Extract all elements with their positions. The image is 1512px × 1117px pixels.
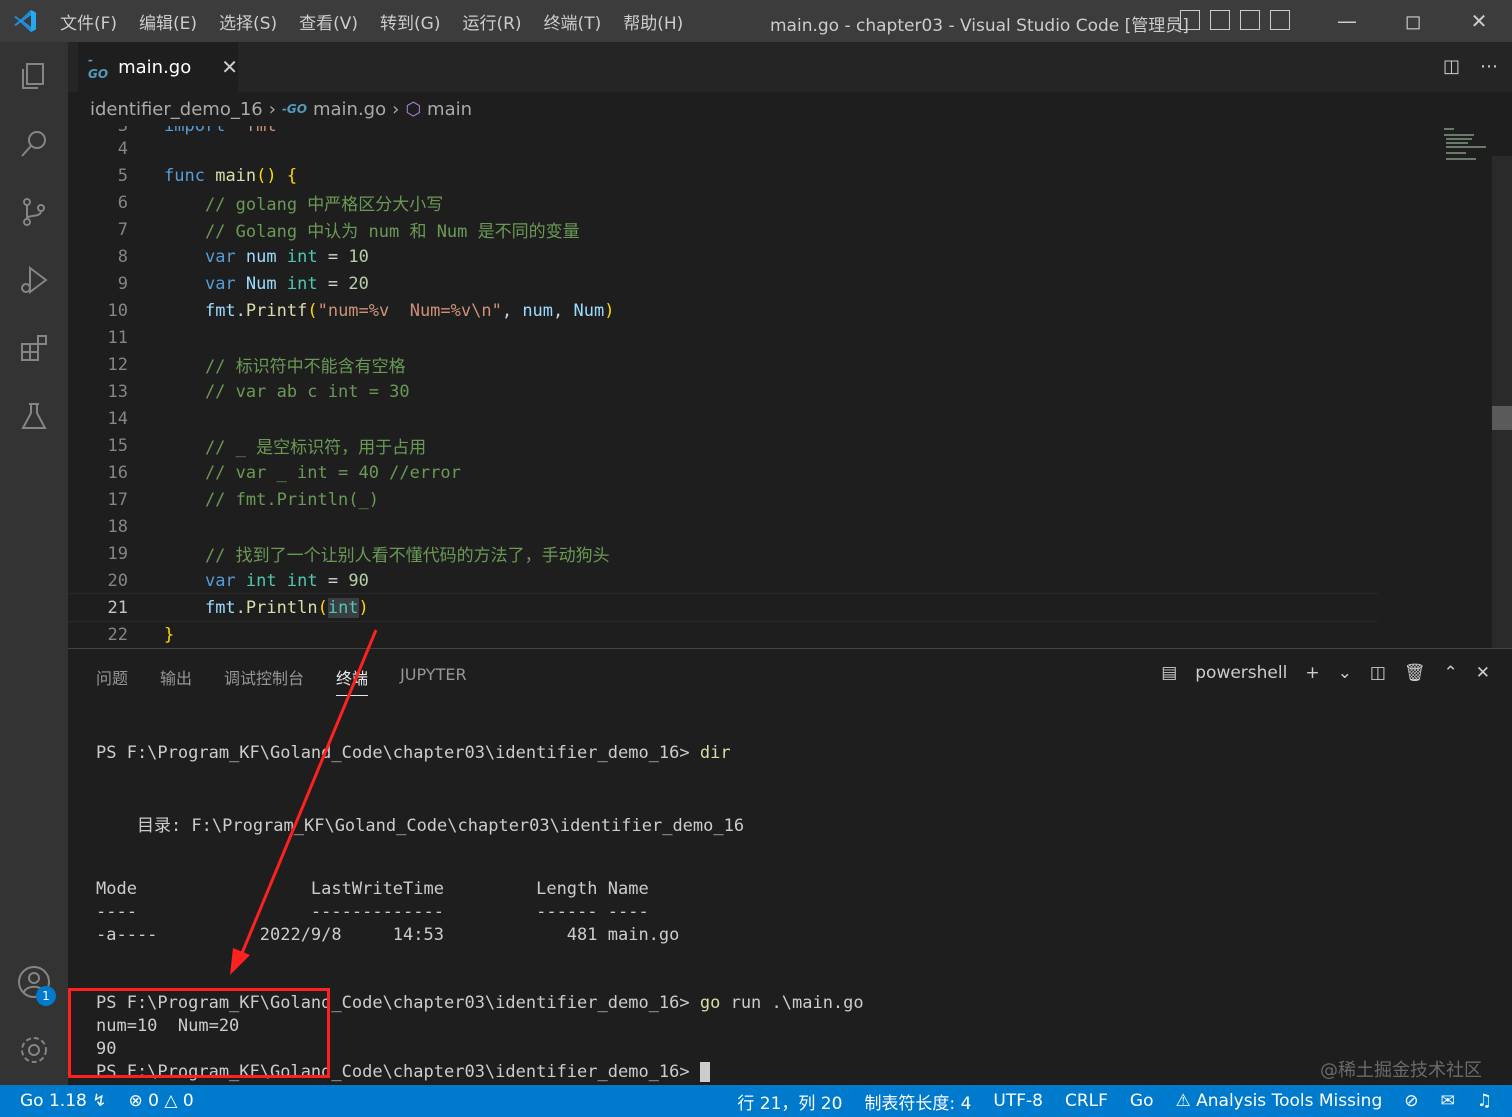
language-mode[interactable]: Go: [1130, 1091, 1154, 1111]
problems-count[interactable]: ⊗ 0 △ 0: [129, 1091, 194, 1111]
encoding[interactable]: UTF-8: [993, 1091, 1043, 1111]
tab-size[interactable]: 制表符长度: 4: [864, 1089, 971, 1114]
warning-icon: ⚠: [1175, 1091, 1191, 1111]
error-icon: ⊗: [128, 1091, 143, 1111]
annotation-arrow: [230, 629, 378, 975]
broadcast-off-icon[interactable]: ⊘: [1404, 1091, 1418, 1111]
go-version-label: Go 1.18: [20, 1091, 87, 1111]
notifications-bell-icon[interactable]: ♫: [1477, 1091, 1492, 1111]
analysis-tools[interactable]: ⚠ Analysis Tools Missing: [1175, 1091, 1382, 1111]
go-version[interactable]: Go 1.18 ↯: [20, 1091, 107, 1111]
analysis-label: Analysis Tools Missing: [1196, 1091, 1383, 1111]
warning-icon: △: [164, 1091, 178, 1111]
line-ending[interactable]: CRLF: [1065, 1091, 1108, 1111]
feedback-icon[interactable]: ✉: [1441, 1091, 1455, 1111]
lightning-icon: ↯: [92, 1091, 107, 1111]
warning-count: 0: [182, 1091, 194, 1111]
status-bar: Go 1.18 ↯ ⊗ 0 △ 0 行 21，列 20 制表符长度: 4 UTF…: [0, 1085, 1512, 1117]
error-count: 0: [148, 1091, 159, 1111]
cursor-position[interactable]: 行 21，列 20: [737, 1089, 842, 1114]
